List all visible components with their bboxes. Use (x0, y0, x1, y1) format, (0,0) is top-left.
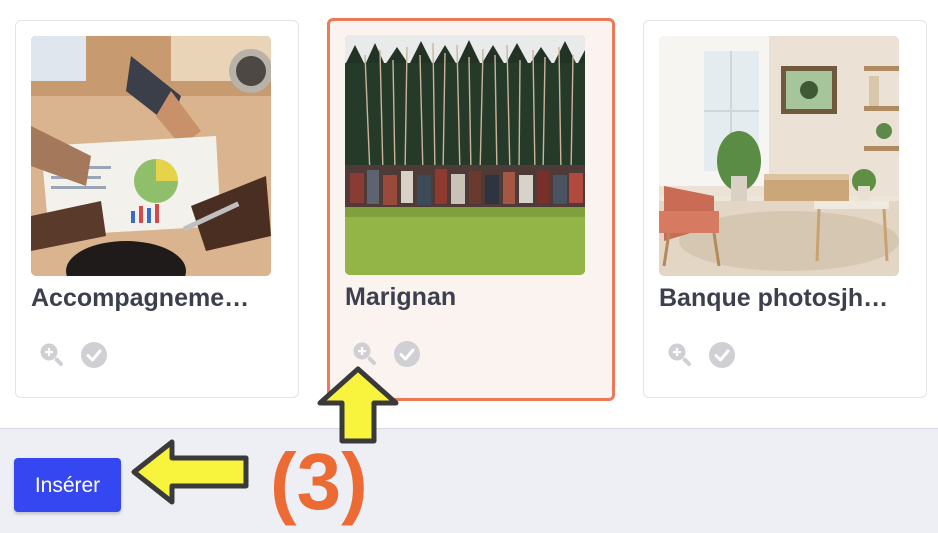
checkmark-icon[interactable] (393, 340, 421, 368)
zoom-in-icon[interactable] (351, 340, 379, 368)
media-thumbnail[interactable] (345, 35, 585, 275)
battle-reenactment-photo (345, 35, 585, 275)
zoom-in-icon[interactable] (666, 341, 694, 369)
annotation-arrow-left-icon (131, 439, 249, 505)
media-card-marignan[interactable]: Marignan (327, 18, 615, 401)
media-actions (666, 341, 786, 369)
checkmark-icon[interactable] (80, 341, 108, 369)
media-card-banque-photos[interactable]: Banque photosjh… (643, 20, 927, 398)
insert-button[interactable]: Insérer (14, 458, 121, 512)
media-thumbnail[interactable] (31, 36, 271, 276)
media-title: Banque photosjh… (659, 284, 889, 312)
annotation-arrow-up-icon (317, 366, 399, 444)
media-title: Accompagneme… (31, 284, 250, 312)
checkmark-icon[interactable] (708, 341, 736, 369)
zoom-in-icon[interactable] (38, 341, 66, 369)
business-meeting-photo (31, 36, 271, 276)
media-actions (351, 340, 471, 368)
media-grid: Accompagneme… Marignan Banque photosjh… (0, 0, 938, 428)
living-room-photo (659, 36, 899, 276)
media-thumbnail[interactable] (659, 36, 899, 276)
step-annotation: (3) (270, 437, 368, 526)
media-actions (38, 341, 158, 369)
media-title: Marignan (345, 283, 457, 311)
media-card-accompagnement[interactable]: Accompagneme… (15, 20, 299, 398)
